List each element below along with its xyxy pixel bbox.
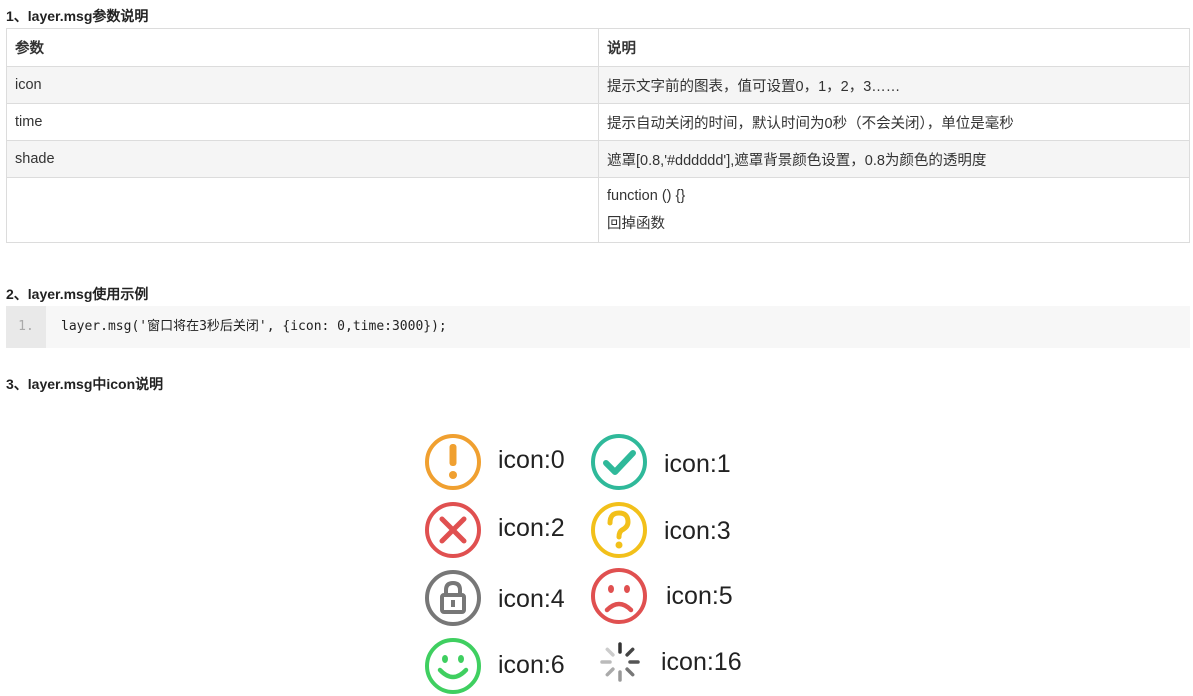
table-row: shade 遮罩[0.8,'#dddddd'],遮罩背景颜色设置，0.8为颜色的… [6,140,1190,178]
cell-desc-line: 回掉函数 [607,216,665,232]
icon-label: icon:0 [498,446,565,474]
exclamation-icon [425,434,481,490]
header-desc: 说明 [598,28,1190,67]
section-title-params: 1、layer.msg参数说明 [6,8,149,24]
table-row: time 提示自动关闭的时间，默认时间为0秒（不会关闭），单位是毫秒 [6,103,1190,141]
icon-label: icon:3 [664,517,731,545]
header-param: 参数 [6,28,599,67]
cell-desc-line: function () {} [607,188,686,204]
cell-param: time [6,103,599,141]
table-row: icon 提示文字前的图表，值可设置0，1，2，3…… [6,66,1190,104]
icon-label: icon:6 [498,651,565,679]
cell-desc: 遮罩[0.8,'#dddddd'],遮罩背景颜色设置，0.8为颜色的透明度 [598,140,1190,178]
cell-param: shade [6,140,599,178]
loading-spinner-icon [600,642,640,682]
icon-label: icon:4 [498,585,565,613]
section-title-icons: 3、layer.msg中icon说明 [6,376,164,392]
table-row: function () {} 回掉函数 [6,177,1190,243]
section-title-example: 2、layer.msg使用示例 [6,286,149,302]
code-block: 1. layer.msg('窗口将在3秒后关闭', {icon: 0,time:… [6,306,1190,348]
cell-param: icon [6,66,599,104]
params-table: 参数 说明 icon 提示文字前的图表，值可设置0，1，2，3…… time 提… [6,28,1190,243]
code-line-number: 1. [6,306,46,348]
code-line: layer.msg('窗口将在3秒后关闭', {icon: 0,time:300… [61,319,447,334]
icon-label: icon:2 [498,514,565,542]
icon-label: icon:5 [666,582,733,610]
icon-label: icon:1 [664,450,731,478]
lock-icon [425,570,481,626]
table-header-row: 参数 说明 [6,28,1190,67]
question-icon [591,502,647,558]
cell-desc: function () {} 回掉函数 [598,177,1190,243]
x-icon [425,502,481,558]
cell-desc: 提示自动关闭的时间，默认时间为0秒（不会关闭），单位是毫秒 [598,103,1190,141]
sad-face-icon [591,568,647,624]
cell-desc: 提示文字前的图表，值可设置0，1，2，3…… [598,66,1190,104]
icon-label: icon:16 [661,648,742,676]
check-icon [591,434,647,490]
cell-param [6,177,599,243]
smile-face-icon [425,638,481,694]
